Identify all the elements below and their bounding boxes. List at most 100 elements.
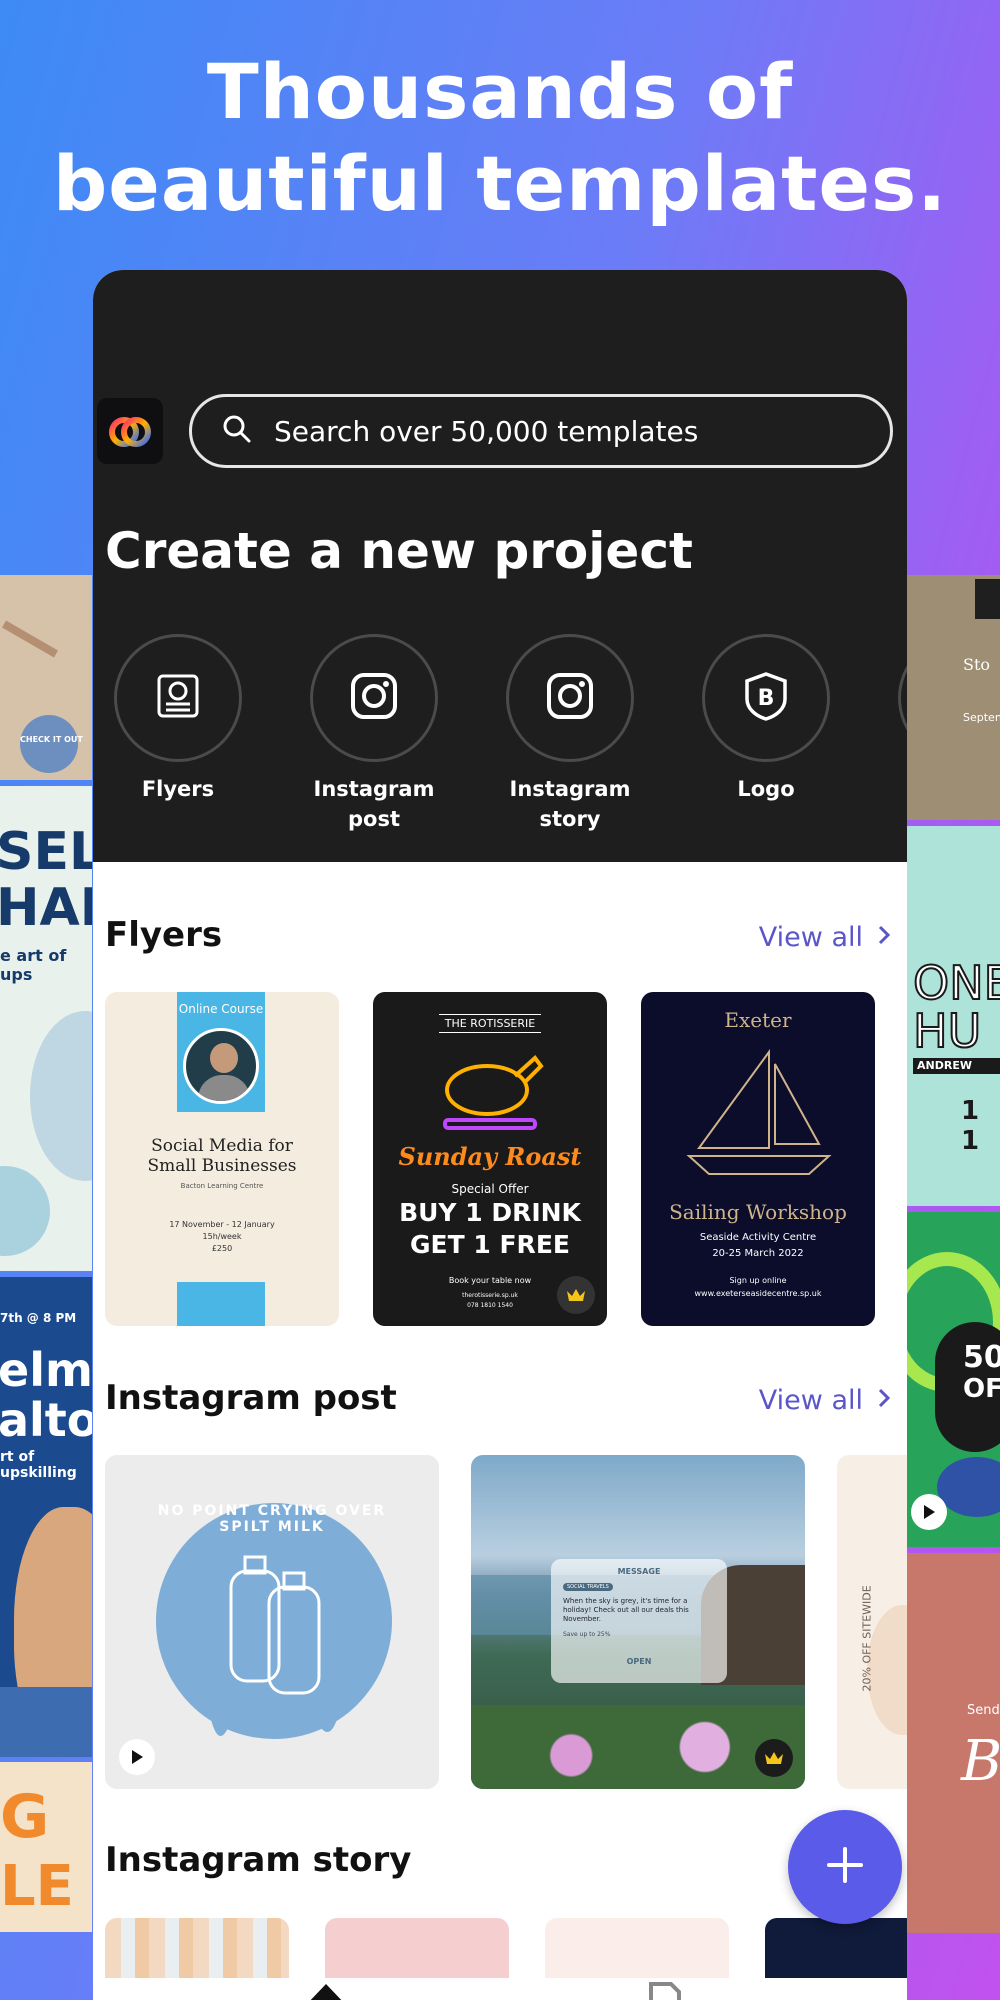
category-instagram-story[interactable]: Instagram story — [490, 634, 650, 834]
search-placeholder: Search over 50,000 templates — [274, 414, 699, 448]
flyer-card-3-place: Exeter — [724, 1008, 792, 1032]
projects-nav-icon[interactable] — [645, 1980, 685, 2000]
bg-tile-left-4-line2: LE — [0, 1854, 74, 1919]
instagram-story-card-3[interactable] — [545, 1918, 729, 1978]
flyer-card-2-title: Sunday Roast — [398, 1142, 582, 1171]
chicken-neon-icon — [435, 1048, 547, 1142]
chevron-right-icon — [877, 922, 891, 953]
bg-tile-right-4-line2: Ba — [961, 1729, 1000, 1794]
instagram-post-view-all-label: View all — [758, 1385, 863, 1416]
bg-tile-left-3-line2: alto — [0, 1393, 92, 1447]
flyer-card-1-freq: 15h/week — [202, 1232, 242, 1241]
flyer-card-3-title: Sailing Workshop — [669, 1200, 847, 1224]
flyer-card-2-deal1: BUY 1 DRINK — [399, 1198, 581, 1227]
instagram-post-section-title: Instagram post — [105, 1378, 397, 1418]
bg-tile-left-3-line1: elma — [0, 1343, 92, 1397]
category-instagram-post[interactable]: Instagram post — [294, 634, 454, 834]
flyer-card-1-price: £250 — [211, 1244, 233, 1253]
instagram-story-section-title: Instagram story — [105, 1840, 412, 1880]
bg-tile-right-4-line1: Sending — [967, 1703, 1000, 1718]
instagram-post-card-1-ring-text: NO POINT CRYING OVER SPILT MILK — [157, 1503, 387, 1535]
bg-tile-right-3-line1: 50 — [963, 1340, 1000, 1375]
search-bar[interactable]: Search over 50,000 templates — [189, 394, 893, 468]
create-fab-button[interactable] — [788, 1810, 902, 1924]
instagram-icon — [545, 671, 595, 725]
category-more[interactable] — [882, 634, 907, 762]
flyer-card-3-dates: 20-25 March 2022 — [712, 1248, 804, 1259]
bg-tile-right-3-line2: OF — [963, 1374, 1000, 1404]
sailboat-icon — [679, 1048, 839, 1192]
category-flyers[interactable]: Flyers — [98, 634, 258, 804]
instagram-post-card-travel[interactable]: MESSAGE SOCIAL TRAVELS When the sky is g… — [471, 1455, 805, 1789]
flyer-card-3-venue: Seaside Activity Centre — [699, 1232, 817, 1243]
bg-tile-right-1-line2: Septen — [963, 711, 1000, 724]
promo-headline: Thousands of beautiful templates. — [0, 46, 1000, 230]
category-flyers-label: Flyers — [141, 777, 215, 801]
flyer-card-2-offer: Special Offer — [451, 1182, 529, 1196]
flyer-card-2-deal2: GET 1 FREE — [410, 1230, 570, 1259]
flyer-card-sunday-roast[interactable]: THE ROTISSERIE Sunday Roast Special Offe… — [373, 992, 607, 1326]
chevron-right-icon — [877, 1385, 891, 1416]
message-popup: MESSAGE SOCIAL TRAVELS When the sky is g… — [551, 1559, 727, 1683]
bg-tile-left-3: 7th @ 8 PM elma alto rt of upskilling — [0, 1277, 92, 1757]
bg-tile-right-3: 50 OF — [907, 1212, 1000, 1547]
message-popup-sub: Save up to 25% — [563, 1631, 611, 1638]
flyer-card-1-tag: Online Course — [178, 1002, 264, 1016]
instagram-post-card-milk[interactable]: NO POINT CRYING OVER SPILT MILK — [105, 1455, 439, 1789]
instagram-story-card-1[interactable] — [105, 1918, 289, 1978]
flyer-card-1-title: Social Media for Small Businesses — [147, 1136, 297, 1176]
bg-tile-left-2-line1: SELM — [0, 822, 92, 882]
flyers-section-title: Flyers — [105, 915, 223, 955]
instagram-post-view-all-link[interactable]: View all — [759, 1385, 891, 1416]
bg-tile-right-2-line1: ONE — [912, 955, 1000, 1011]
category-logo[interactable]: B Logo — [686, 634, 846, 804]
instagram-icon — [349, 671, 399, 725]
flyer-icon — [153, 671, 203, 725]
message-popup-open-button[interactable]: OPEN — [551, 1657, 727, 1666]
bg-tile-right-2-line3: ANDREW — [917, 1059, 972, 1072]
message-popup-badge: SOCIAL TRAVELS — [563, 1583, 613, 1591]
home-nav-icon[interactable] — [301, 1976, 351, 2000]
message-popup-body: When the sky is grey, it's time for a ho… — [563, 1597, 689, 1623]
person-photo-icon — [183, 1028, 259, 1104]
instagram-post-card-3-side-text: 20% OFF SITEWIDE — [860, 1585, 874, 1692]
flyer-card-2-brand: THE ROTISSERIE — [439, 1014, 541, 1033]
bg-tile-left-2-line2: HALT — [0, 878, 92, 938]
flyer-card-1-subtitle: Bacton Learning Centre — [180, 1182, 264, 1190]
bg-tile-left-1: CHECK IT OUT — [0, 575, 92, 780]
logo-b-icon: B — [741, 671, 791, 725]
phone-screen: Search over 50,000 templates Create a ne… — [93, 270, 907, 2000]
bg-tile-left-2: SELM HALT e art of ups — [0, 786, 92, 1271]
headline-line-1: Thousands of — [206, 47, 794, 136]
plus-icon — [825, 1845, 865, 1889]
search-icon — [222, 414, 252, 448]
flyers-view-all-link[interactable]: View all — [759, 922, 891, 953]
flyers-view-all-label: View all — [758, 922, 863, 953]
bg-tile-right-2: ONE HU ANDREW 1 1 — [907, 826, 1000, 1206]
instagram-story-card-4[interactable] — [765, 1918, 907, 1978]
bg-tile-right-1-line1: Sto — [963, 655, 991, 674]
creative-cloud-logo-icon[interactable] — [97, 398, 163, 464]
bg-tile-left-4-line1: G — [0, 1782, 50, 1852]
premium-crown-icon — [557, 1276, 595, 1314]
category-instagram-story-label: Instagram story — [509, 777, 631, 831]
bg-tile-right-3-play-icon — [911, 1494, 947, 1530]
flyer-card-3-site: www.exeterseasidecentre.sp.uk — [694, 1289, 822, 1298]
instagram-post-card-sale[interactable]: 20% OFF SITEWIDE — [837, 1455, 907, 1789]
bg-tile-left-3-line3: rt of upskilling — [0, 1449, 77, 1481]
play-icon[interactable] — [119, 1739, 155, 1775]
category-logo-label: Logo — [737, 777, 795, 801]
bg-tile-right-1: Sto Septen — [907, 575, 1000, 820]
category-instagram-post-label: Instagram post — [313, 777, 435, 831]
bg-tile-left-2-line3: e art of ups — [0, 946, 67, 984]
instagram-story-card-2[interactable] — [325, 1918, 509, 1978]
flyer-card-social-media[interactable]: Online Course Social Media for Small Bus… — [105, 992, 339, 1326]
flyer-card-3-signup: Sign up online — [729, 1276, 787, 1285]
bg-tile-right-4: Sending Ba — [907, 1553, 1000, 1933]
bg-tile-left-1-text: CHECK IT OUT — [20, 735, 83, 744]
headline-line-2: beautiful templates. — [52, 139, 948, 228]
flyer-card-sailing[interactable]: Exeter Sailing Workshop Seaside Activity… — [641, 992, 875, 1326]
create-project-title: Create a new project — [105, 522, 693, 580]
premium-crown-icon — [755, 1739, 793, 1777]
bg-tile-left-3-line0: 7th @ 8 PM — [0, 1311, 77, 1325]
